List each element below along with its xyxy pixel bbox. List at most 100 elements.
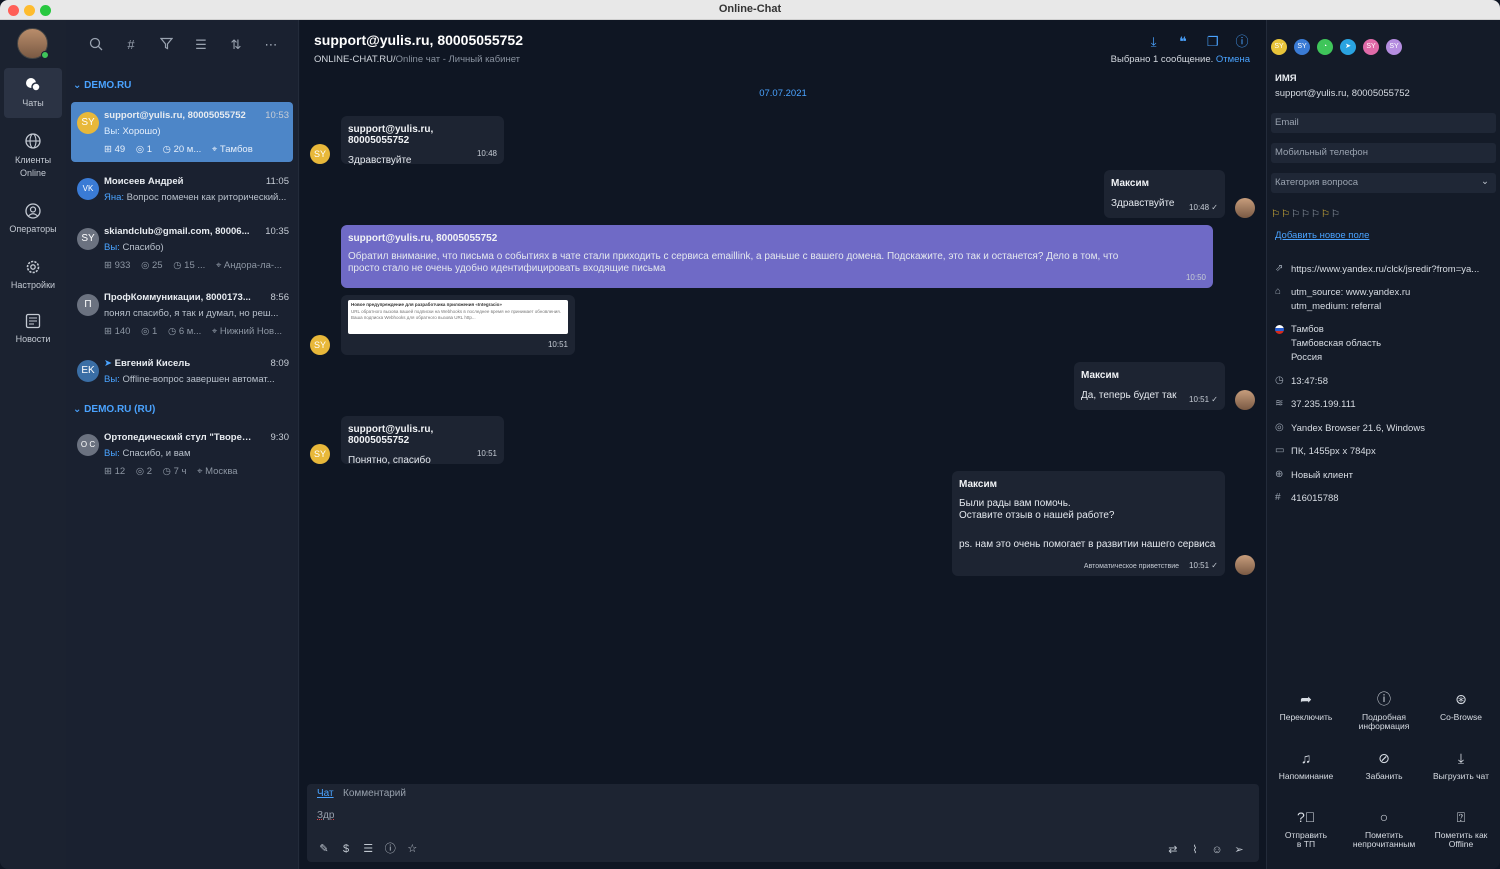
flag-icon[interactable]: ⚐: [1291, 209, 1301, 220]
message-bubble[interactable]: Максим Были рады вам помочь. Оставите от…: [952, 471, 1225, 576]
flag-icon[interactable]: ⚐: [1301, 209, 1311, 220]
chat-meta: ⊞ 12 ◎ 2 ◷ 7 ч ⌖ Москва: [104, 466, 290, 477]
magic-wand-icon[interactable]: ✎: [317, 842, 331, 855]
details-button[interactable]: ⓘ Подробная информация: [1347, 690, 1421, 731]
nav-chats[interactable]: Чаты: [4, 68, 62, 118]
composer-tools: ✎ $ ☰ ⓘ ☆: [317, 840, 424, 856]
nav-online-clients[interactable]: Клиенты Online: [4, 132, 62, 184]
group-header-demo-ru-ru[interactable]: ⌄ DEMO.RU (RU): [73, 404, 155, 415]
country: Россия: [1291, 352, 1323, 363]
more-icon[interactable]: ⋯: [263, 37, 279, 53]
attachment-preview[interactable]: Новое предупреждение для разработчика пр…: [348, 300, 568, 334]
nav-settings[interactable]: Настройки: [4, 258, 62, 298]
client-info-panel: SY SY ◔ ➤ SY SY ИМЯ support@yulis.ru, 80…: [1266, 20, 1500, 869]
name-label: ИМЯ: [1275, 73, 1297, 84]
name-value[interactable]: support@yulis.ru, 80005055752: [1275, 88, 1410, 99]
chat-list-item[interactable]: VK Моисеев Андрей 11:05 Яна: Вопрос поме…: [71, 168, 293, 218]
download-icon: ⤓: [1457, 750, 1465, 766]
preview-author: Вы:: [104, 374, 120, 385]
message-bubble-selected[interactable]: support@yulis.ru, 80005055752 Обратил вн…: [341, 225, 1213, 288]
duration: ◷ 6 м...: [167, 326, 202, 337]
telegram-icon[interactable]: ➤: [1340, 39, 1356, 55]
chat-list-item[interactable]: SY support@yulis.ru, 80005055752 10:53 В…: [71, 102, 293, 162]
help-icon[interactable]: ⓘ: [1234, 31, 1250, 49]
attachment-title: Новое предупреждение для разработчика пр…: [351, 302, 502, 307]
question-category-select[interactable]: Категория вопроса ⌄: [1271, 173, 1496, 193]
search-icon[interactable]: [88, 37, 104, 53]
flag-icon[interactable]: ⚐: [1321, 209, 1331, 220]
whatsapp-icon[interactable]: ◔: [1317, 39, 1333, 55]
nav-news[interactable]: Новости: [4, 312, 62, 352]
message-sender: support@yulis.ru, 80005055752: [348, 233, 498, 244]
message-bubble[interactable]: Максим Здравствуйте 10:48 ✓: [1104, 170, 1225, 218]
channel-avatar-sy[interactable]: SY: [1271, 39, 1287, 55]
dollar-icon[interactable]: $: [339, 843, 353, 855]
tab-comment[interactable]: Комментарий: [343, 788, 406, 799]
channel-avatar-sy-purple[interactable]: SY: [1386, 39, 1402, 55]
flag-icon[interactable]: ⚐: [1311, 209, 1321, 220]
filter-icon[interactable]: [158, 37, 174, 53]
browser-row: ◎ Yandex Browser 21.6, Windows: [1275, 422, 1495, 436]
chat-list-item[interactable]: SY skiandclub@gmail.com, 80006... 10:35 …: [71, 218, 293, 278]
flag-icon[interactable]: ⚐: [1271, 209, 1281, 220]
mark-offline-button[interactable]: ⍰ Пометить как Offline: [1424, 808, 1498, 849]
send-to-support-button[interactable]: ?⃝ Отправить в ТП: [1269, 808, 1343, 849]
operator-avatar: [1235, 555, 1255, 575]
export-chat-button[interactable]: ⤓ Выгрузить чат: [1424, 749, 1498, 781]
message-bubble[interactable]: support@yulis.ru, 80005055752 Понятно, с…: [341, 416, 504, 466]
message-bubble[interactable]: support@yulis.ru, 80005055752 Здравствуй…: [341, 116, 504, 166]
message-bubble[interactable]: Максим Да, теперь будет так 10:51 ✓: [1074, 362, 1225, 410]
download-icon[interactable]: ⤓: [1146, 34, 1162, 50]
chats-icon: [26, 78, 41, 92]
email-field[interactable]: Email: [1271, 113, 1496, 133]
composer-actions: ⇄ ⌇ ☺ ➢: [1166, 843, 1251, 856]
tab-chat[interactable]: Чат: [317, 788, 334, 799]
flag-icon[interactable]: ⚐: [1331, 209, 1341, 220]
globe-icon: [25, 133, 41, 149]
preview-author: Вы:: [104, 126, 120, 137]
chat-meta: ⊞ 49 ◎ 1 ◷ 20 м... ⌖ Тамбов: [104, 144, 290, 155]
mobile-phone-field[interactable]: Мобильный телефон: [1271, 143, 1496, 163]
co-browse-button[interactable]: ⊛ Co-Browse: [1424, 690, 1498, 722]
channel-avatar-sy-pink[interactable]: SY: [1363, 39, 1379, 55]
mark-unread-button[interactable]: ○ Пометить непрочитанным: [1347, 808, 1421, 849]
chat-list-item[interactable]: EK ➤ Евгений Кисель 8:09 Вы: Offline-воп…: [71, 350, 293, 400]
list-icon[interactable]: ☰: [193, 37, 209, 53]
translate-icon[interactable]: ⇄: [1166, 843, 1180, 856]
attach-icon[interactable]: ⌇: [1188, 843, 1202, 856]
add-new-field-link[interactable]: Добавить новое поле: [1275, 230, 1369, 241]
message-input[interactable]: Здр: [317, 810, 334, 821]
window-title: Online-Chat: [718, 3, 782, 15]
group-header-demo-ru[interactable]: ⌄ DEMO.RU: [73, 80, 131, 91]
hashtag-icon[interactable]: #: [123, 37, 139, 53]
quote-icon[interactable]: ❝: [1175, 34, 1191, 50]
gear-icon: [26, 260, 40, 274]
chat-preview: Вы: Спасибо, и вам: [104, 448, 289, 459]
star-icon[interactable]: ☆: [405, 842, 419, 855]
sort-icon[interactable]: ⇅: [228, 37, 244, 53]
message-bubble-attachment[interactable]: Новое предупреждение для разработчика пр…: [341, 295, 575, 355]
nav-operators[interactable]: Операторы: [4, 202, 62, 242]
emoji-icon[interactable]: ☺: [1210, 844, 1224, 856]
cancel-selection-link[interactable]: Отмена: [1216, 54, 1250, 65]
chat-name: Моисеев Андрей: [104, 176, 184, 187]
date-separator: 07.07.2021: [759, 88, 807, 99]
chat-list-item[interactable]: П ПрофКоммуникации, 8000173... 8:56 поня…: [71, 284, 293, 344]
referrer-url[interactable]: https://www.yandex.ru/clck/jsredir?from=…: [1291, 263, 1495, 277]
priority-flags[interactable]: ⚐⚐⚐⚐⚐⚐⚐: [1271, 209, 1341, 220]
copy-icon[interactable]: ❐: [1205, 34, 1221, 50]
channel-avatar-sy-active[interactable]: SY: [1294, 39, 1310, 55]
category-selected: Категория вопроса: [1275, 177, 1359, 188]
info-icon[interactable]: ⓘ: [383, 840, 397, 856]
utm-medium: utm_medium: referral: [1291, 301, 1382, 312]
list-icon[interactable]: ☰: [361, 842, 375, 855]
chat-meta: ⊞ 140 ◎ 1 ◷ 6 м... ⌖ Нижний Нов...: [104, 326, 290, 337]
reminder-button[interactable]: ♫ Напоминание: [1269, 749, 1343, 781]
title-bar: Online-Chat: [0, 0, 1500, 20]
chat-list-item[interactable]: О С Ортопедический стул "Творец... 9:30 …: [71, 424, 293, 484]
switch-button[interactable]: ➦ Переключить: [1269, 690, 1343, 722]
flag-icon[interactable]: ⚐: [1281, 209, 1291, 220]
ban-button[interactable]: ⊘ Забанить: [1347, 749, 1421, 781]
chat-name: skiandclub@gmail.com, 80006...: [104, 226, 250, 237]
send-icon[interactable]: ➢: [1232, 843, 1246, 856]
